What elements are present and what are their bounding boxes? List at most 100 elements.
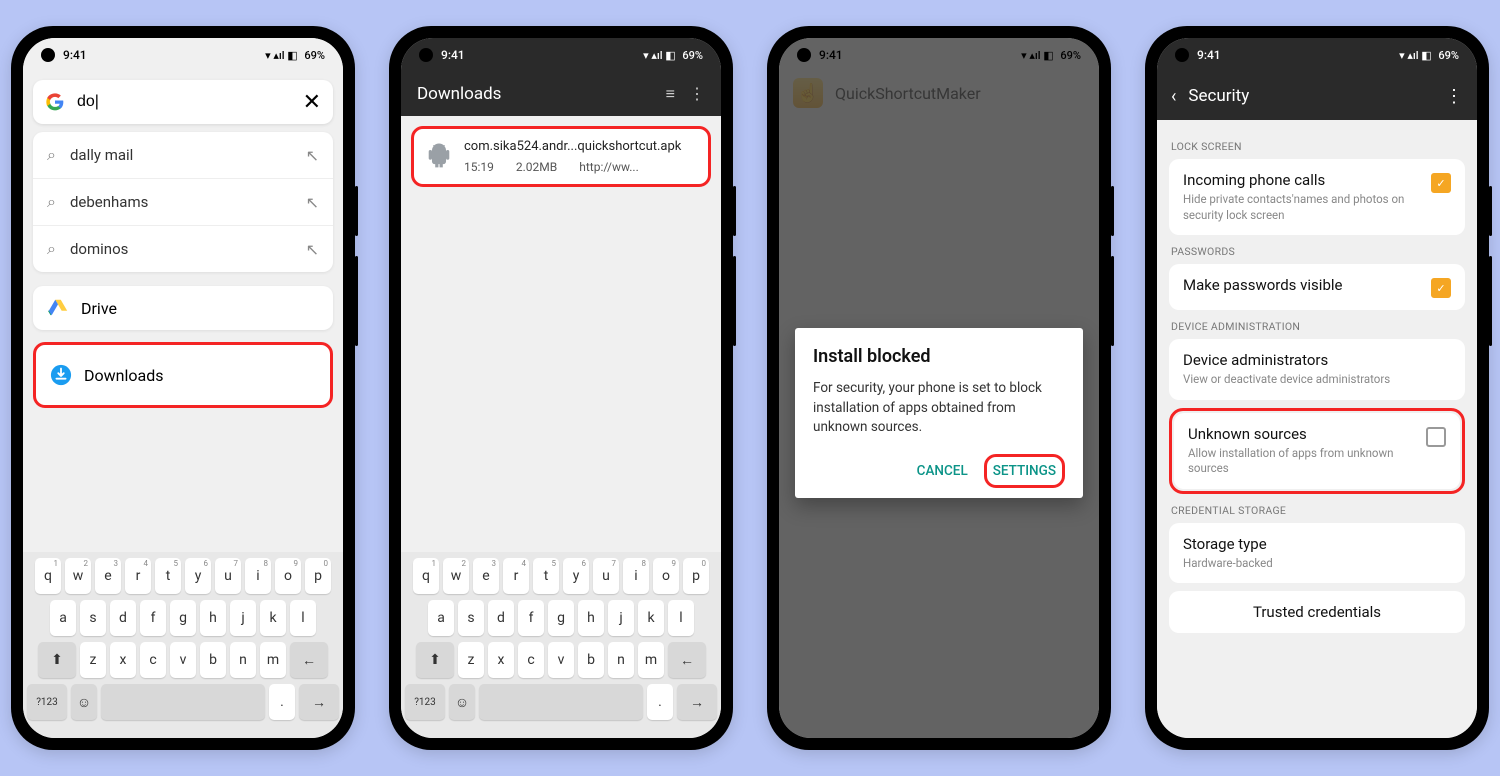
- search-input[interactable]: [75, 92, 303, 112]
- downloads-app-row[interactable]: Downloads: [33, 342, 333, 408]
- clock: 9:41: [441, 48, 465, 62]
- arrow-up-left-icon[interactable]: ↖: [306, 193, 319, 212]
- key-j[interactable]: j: [608, 600, 634, 636]
- row-title: Device administrators: [1183, 351, 1451, 369]
- key-x[interactable]: x: [110, 642, 136, 678]
- key-y[interactable]: y6: [563, 558, 589, 594]
- back-icon[interactable]: ‹: [1171, 86, 1176, 107]
- key-g[interactable]: g: [548, 600, 574, 636]
- key-p[interactable]: p0: [305, 558, 331, 594]
- key-l[interactable]: l: [290, 600, 316, 636]
- key-c[interactable]: c: [140, 642, 166, 678]
- key-x[interactable]: x: [488, 642, 514, 678]
- key-q[interactable]: q1: [413, 558, 439, 594]
- close-icon[interactable]: ✕: [303, 90, 321, 115]
- key-g[interactable]: g: [170, 600, 196, 636]
- search-bar[interactable]: ✕: [33, 80, 333, 124]
- keyboard[interactable]: q1w2e3r4t5y6u7i8o9p0 asdfghjkl ⬆zxcvbnm←…: [401, 552, 721, 738]
- key-m[interactable]: m: [638, 642, 664, 678]
- phone-1-search: 9:41 ▾ ▴ıl ◧ 69% ✕ ⌕dally mail↖ ⌕debenha…: [11, 26, 355, 750]
- backspace-key[interactable]: ←: [668, 642, 706, 678]
- period-key[interactable]: .: [269, 684, 295, 720]
- drive-app-row[interactable]: Drive: [33, 286, 333, 330]
- key-u[interactable]: u7: [593, 558, 619, 594]
- trusted-credentials-row[interactable]: Trusted credentials: [1169, 591, 1465, 633]
- key-k[interactable]: k: [260, 600, 286, 636]
- key-i[interactable]: i8: [245, 558, 271, 594]
- more-icon[interactable]: ⋮: [689, 84, 705, 104]
- key-a[interactable]: a: [428, 600, 454, 636]
- symbols-key[interactable]: ?123: [27, 684, 67, 720]
- arrow-up-left-icon[interactable]: ↖: [306, 240, 319, 259]
- suggestion-item[interactable]: ⌕dominos↖: [33, 226, 333, 272]
- key-c[interactable]: c: [518, 642, 544, 678]
- key-e[interactable]: e3: [95, 558, 121, 594]
- status-bar: 9:41 ▾ ▴ıl ◧ 69%: [23, 38, 343, 72]
- key-h[interactable]: h: [578, 600, 604, 636]
- key-z[interactable]: z: [80, 642, 106, 678]
- device-admins-row[interactable]: Device administratorsView or deactivate …: [1169, 339, 1465, 400]
- key-n[interactable]: n: [608, 642, 634, 678]
- key-b[interactable]: b: [200, 642, 226, 678]
- suggestion-item[interactable]: ⌕debenhams↖: [33, 179, 333, 226]
- cancel-button[interactable]: CANCEL: [909, 455, 976, 487]
- space-key[interactable]: [101, 684, 265, 720]
- key-u[interactable]: u7: [215, 558, 241, 594]
- key-v[interactable]: v: [548, 642, 574, 678]
- key-a[interactable]: a: [50, 600, 76, 636]
- key-p[interactable]: p0: [683, 558, 709, 594]
- passwords-visible-row[interactable]: Make passwords visible ✓: [1169, 264, 1465, 310]
- period-key[interactable]: .: [647, 684, 673, 720]
- key-q[interactable]: q1: [35, 558, 61, 594]
- key-t[interactable]: t5: [155, 558, 181, 594]
- key-y[interactable]: y6: [185, 558, 211, 594]
- file-row[interactable]: com.sika524.andr...quickshortcut.apk 15:…: [411, 126, 711, 187]
- key-f[interactable]: f: [140, 600, 166, 636]
- shift-key[interactable]: ⬆: [38, 642, 76, 678]
- key-r[interactable]: r4: [125, 558, 151, 594]
- go-key[interactable]: →: [677, 684, 717, 720]
- emoji-key[interactable]: ☺: [71, 684, 97, 720]
- key-i[interactable]: i8: [623, 558, 649, 594]
- key-z[interactable]: z: [458, 642, 484, 678]
- key-k[interactable]: k: [638, 600, 664, 636]
- key-w[interactable]: w2: [443, 558, 469, 594]
- incoming-calls-row[interactable]: Incoming phone callsHide private contact…: [1169, 159, 1465, 235]
- checkbox-icon[interactable]: [1426, 427, 1446, 447]
- settings-button[interactable]: SETTINGS: [984, 454, 1065, 488]
- phone-3-install-blocked: 9:41 ▾ ▴ıl ◧ 69% ☝ QuickShortcutMaker In…: [767, 26, 1111, 750]
- backspace-key[interactable]: ←: [290, 642, 328, 678]
- space-key[interactable]: [479, 684, 643, 720]
- key-o[interactable]: o9: [275, 558, 301, 594]
- key-h[interactable]: h: [200, 600, 226, 636]
- arrow-up-left-icon[interactable]: ↖: [306, 146, 319, 165]
- key-j[interactable]: j: [230, 600, 256, 636]
- key-v[interactable]: v: [170, 642, 196, 678]
- key-o[interactable]: o9: [653, 558, 679, 594]
- key-f[interactable]: f: [518, 600, 544, 636]
- storage-type-row[interactable]: Storage typeHardware-backed: [1169, 523, 1465, 584]
- key-b[interactable]: b: [578, 642, 604, 678]
- checkbox-icon[interactable]: ✓: [1431, 173, 1451, 193]
- key-s[interactable]: s: [458, 600, 484, 636]
- more-icon[interactable]: ⋮: [1445, 86, 1463, 107]
- key-d[interactable]: d: [110, 600, 136, 636]
- unknown-sources-row[interactable]: Unknown sourcesAllow installation of app…: [1174, 413, 1460, 489]
- shift-key[interactable]: ⬆: [416, 642, 454, 678]
- key-m[interactable]: m: [260, 642, 286, 678]
- checkbox-icon[interactable]: ✓: [1431, 278, 1451, 298]
- go-key[interactable]: →: [299, 684, 339, 720]
- keyboard[interactable]: q1w2e3r4t5y6u7i8o9p0 asdfghjkl ⬆zxcvbnm←…: [23, 552, 343, 738]
- key-e[interactable]: e3: [473, 558, 499, 594]
- key-n[interactable]: n: [230, 642, 256, 678]
- sort-icon[interactable]: ≡: [666, 84, 675, 104]
- key-t[interactable]: t5: [533, 558, 559, 594]
- emoji-key[interactable]: ☺: [449, 684, 475, 720]
- key-r[interactable]: r4: [503, 558, 529, 594]
- key-d[interactable]: d: [488, 600, 514, 636]
- key-s[interactable]: s: [80, 600, 106, 636]
- symbols-key[interactable]: ?123: [405, 684, 445, 720]
- key-w[interactable]: w2: [65, 558, 91, 594]
- key-l[interactable]: l: [668, 600, 694, 636]
- suggestion-item[interactable]: ⌕dally mail↖: [33, 132, 333, 179]
